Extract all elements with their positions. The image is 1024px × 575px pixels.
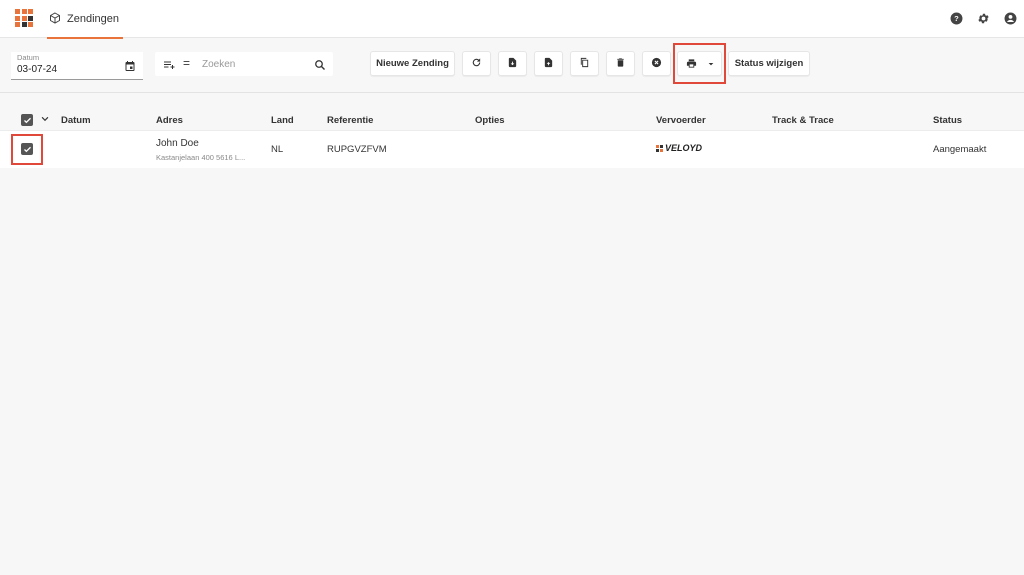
refresh-icon: [471, 57, 482, 71]
column-header-vervoerder[interactable]: Vervoerder: [656, 115, 706, 126]
logo-square: [28, 9, 33, 14]
search-bar: =: [155, 52, 333, 76]
tab-label: Zendingen: [67, 13, 119, 25]
select-all-checkbox[interactable]: [21, 114, 33, 126]
new-shipment-button[interactable]: Nieuwe Zending: [370, 51, 455, 76]
package-icon: [49, 11, 61, 27]
svg-text:?: ?: [954, 14, 959, 23]
print-button-group: [677, 51, 722, 76]
filter-add-icon[interactable]: [163, 58, 176, 76]
veloyd-logo-icon: [656, 144, 663, 152]
download-document-icon: [507, 57, 518, 71]
calendar-icon[interactable]: [124, 59, 136, 77]
cell-name: John Doe: [156, 138, 199, 149]
print-icon[interactable]: [678, 58, 704, 69]
logo-square: [21, 22, 27, 27]
column-header-datum[interactable]: Datum: [61, 115, 91, 126]
toolbar: Datum 03-07-24 = Nieuwe Zending: [0, 39, 1024, 93]
table-row[interactable]: John Doe Kastanjelaan 400 5616 L... NL R…: [0, 130, 1024, 168]
search-icon[interactable]: [314, 58, 326, 76]
chevron-down-icon[interactable]: [40, 114, 50, 127]
cell-status: Aangemaakt: [933, 144, 987, 155]
account-icon[interactable]: [1001, 9, 1020, 28]
column-header-land[interactable]: Land: [271, 115, 294, 126]
date-label: Datum: [17, 53, 40, 62]
delete-button[interactable]: [606, 51, 635, 76]
dropdown-arrow-icon[interactable]: [704, 60, 718, 68]
cell-vervoerder: VELOYD: [665, 143, 703, 153]
column-header-status[interactable]: Status: [933, 115, 962, 126]
delete-icon: [615, 57, 626, 71]
column-header-track-trace[interactable]: Track & Trace: [772, 115, 834, 126]
table-header: Datum Adres Land Referentie Opties Vervo…: [0, 110, 1024, 130]
cell-address: Kastanjelaan 400 5616 L...: [156, 153, 246, 162]
row-checkbox[interactable]: [21, 143, 33, 155]
app-grid-logo[interactable]: [15, 9, 33, 27]
date-field[interactable]: Datum 03-07-24: [11, 52, 143, 80]
logo-square: [28, 22, 33, 27]
cancel-button[interactable]: [642, 51, 671, 76]
change-status-button[interactable]: Status wijzigen: [728, 51, 810, 76]
carrier-logo: VELOYD: [656, 143, 702, 153]
logo-square: [15, 15, 20, 21]
tab-zendingen[interactable]: Zendingen: [47, 0, 123, 39]
logo-square: [28, 15, 33, 21]
download-document-button[interactable]: [498, 51, 527, 76]
top-bar: Zendingen ?: [0, 0, 1024, 39]
column-header-adres[interactable]: Adres: [156, 115, 183, 126]
refresh-button[interactable]: [462, 51, 491, 76]
logo-square: [21, 9, 27, 14]
logo-square: [15, 22, 20, 27]
equals-icon[interactable]: =: [183, 56, 190, 70]
logo-square: [21, 15, 27, 21]
cell-land: NL: [271, 144, 284, 155]
upload-document-icon: [543, 57, 554, 71]
column-header-opties[interactable]: Opties: [475, 115, 505, 126]
cell-referentie: RUPGVZFVM: [327, 144, 387, 155]
upload-document-button[interactable]: [534, 51, 563, 76]
cancel-icon: [651, 57, 662, 71]
copy-icon: [579, 57, 590, 71]
help-icon[interactable]: ?: [947, 9, 966, 28]
date-value: 03-07-24: [17, 64, 58, 75]
column-header-referentie[interactable]: Referentie: [327, 115, 373, 126]
logo-square: [15, 9, 20, 14]
search-input[interactable]: [202, 56, 307, 72]
gear-icon[interactable]: [974, 9, 993, 28]
copy-button[interactable]: [570, 51, 599, 76]
